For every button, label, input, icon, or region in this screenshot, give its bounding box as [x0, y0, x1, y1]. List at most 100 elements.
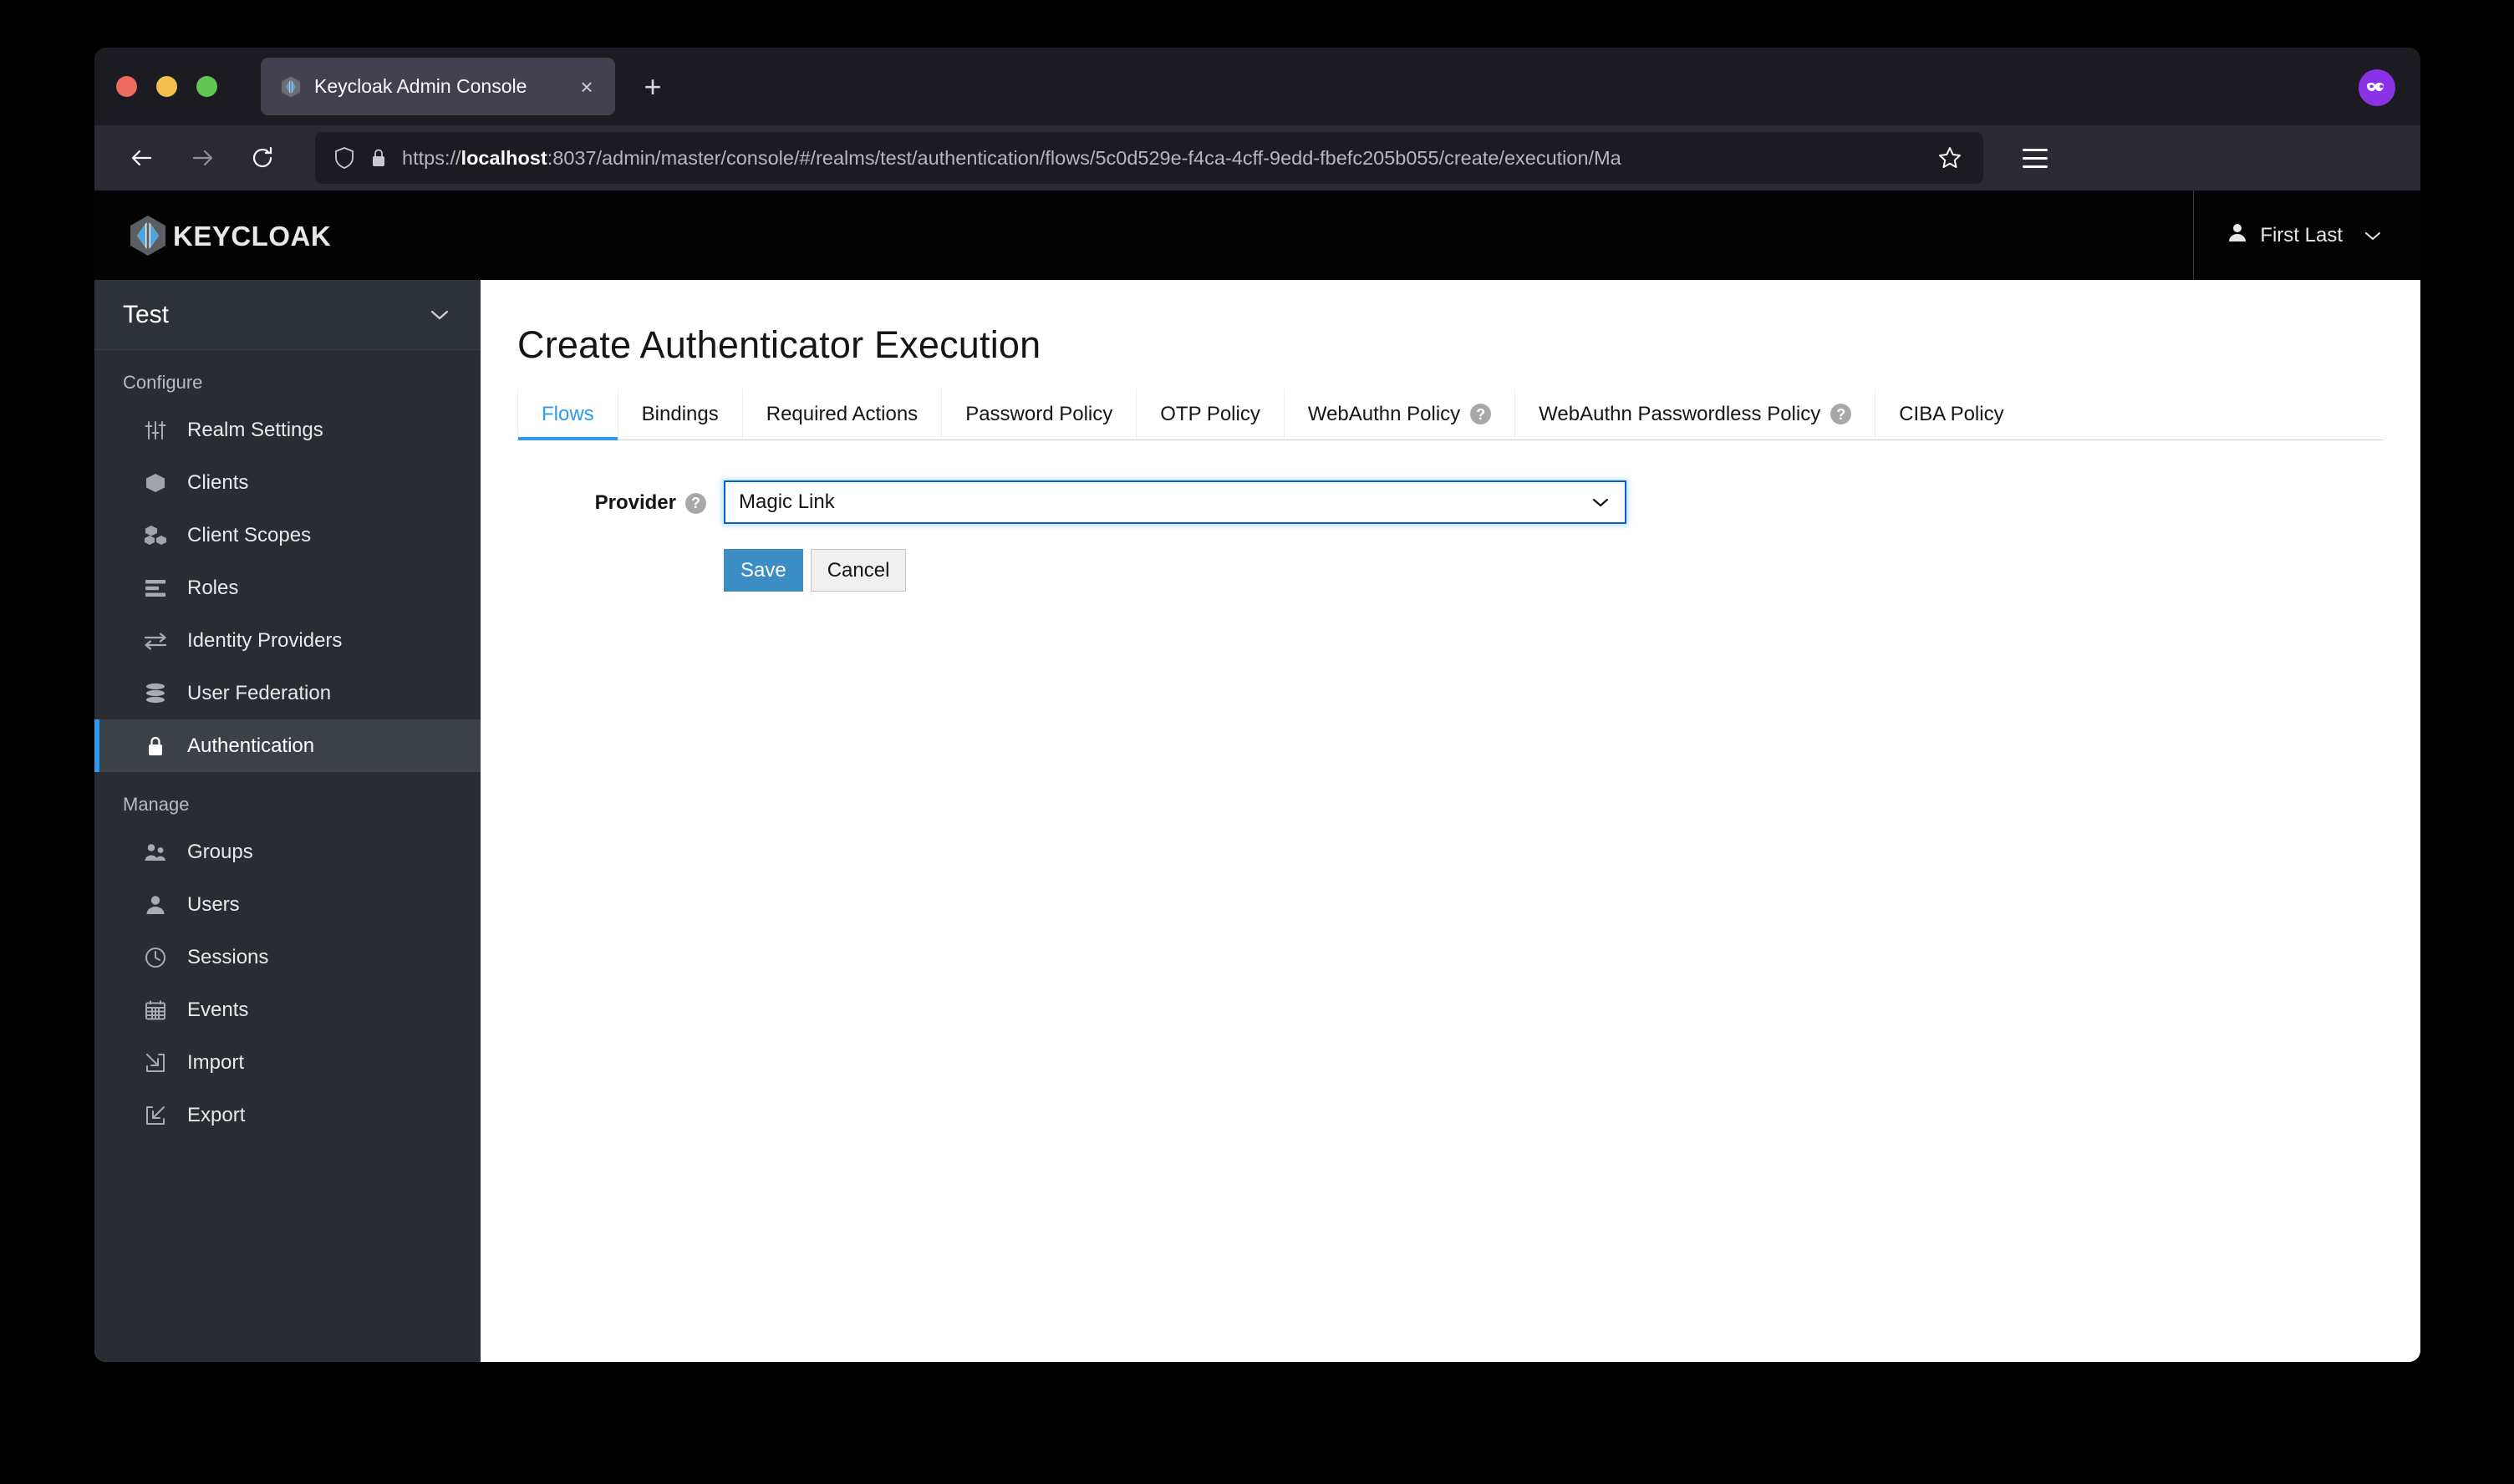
sidebar-item-label: User Federation — [187, 681, 332, 704]
user-icon — [2227, 221, 2247, 249]
url-bar[interactable]: https://localhost:8037/admin/master/cons… — [315, 132, 1983, 184]
sidebar-item-groups[interactable]: Groups — [94, 826, 481, 878]
forward-button[interactable] — [176, 132, 228, 184]
shield-icon — [333, 146, 355, 170]
keycloak-logo[interactable]: KEYCLOAK — [94, 214, 385, 257]
chevron-down-icon — [1591, 496, 1610, 508]
tab-label: WebAuthn Passwordless Policy — [1539, 402, 1821, 425]
create-execution-form: Provider ? Magic Link Save Cancel — [517, 440, 2420, 592]
reload-button[interactable] — [237, 132, 288, 184]
sidebar-item-identity-providers[interactable]: Identity Providers — [94, 614, 481, 667]
help-icon[interactable]: ? — [1470, 404, 1492, 424]
save-button[interactable]: Save — [724, 549, 803, 592]
browser-tab[interactable]: Keycloak Admin Console × — [261, 58, 615, 115]
form-actions: Save Cancel — [724, 549, 1626, 592]
tab-password-policy[interactable]: Password Policy — [941, 389, 1136, 440]
url-text: https://localhost:8037/admin/master/cons… — [402, 146, 1621, 169]
sidebar-item-events[interactable]: Events — [94, 983, 481, 1036]
sidebar-item-sessions[interactable]: Sessions — [94, 931, 481, 983]
tab-bindings[interactable]: Bindings — [617, 389, 742, 440]
tab-label: Flows — [542, 402, 594, 425]
tab-label: CIBA Policy — [1899, 402, 2004, 425]
lock-icon — [369, 146, 388, 170]
realm-selector[interactable]: Test — [94, 280, 481, 350]
list-icon — [143, 579, 168, 597]
help-icon[interactable]: ? — [1830, 404, 1852, 424]
svg-text:KEYCLOAK: KEYCLOAK — [173, 221, 331, 252]
sidebar-item-clients[interactable]: Clients — [94, 456, 481, 509]
page-title: Create Authenticator Execution — [517, 323, 1041, 366]
user-menu-label: First Last — [2260, 223, 2343, 246]
sidebar-item-users[interactable]: Users — [94, 878, 481, 931]
export-icon — [143, 1105, 168, 1126]
sidebar: Test Configure Realm Settings Clients Cl… — [94, 280, 481, 1362]
user-menu[interactable]: First Last — [2227, 221, 2382, 249]
sidebar-item-label: Identity Providers — [187, 628, 343, 652]
exchange-icon — [143, 632, 168, 650]
tab-webauthn-policy[interactable]: WebAuthn Policy ? — [1283, 389, 1514, 440]
sidebar-section-configure-list: Realm Settings Clients Client Scopes Rol… — [94, 404, 481, 772]
keycloak-masthead: KEYCLOAK First Last — [94, 191, 2420, 280]
help-icon[interactable]: ? — [685, 492, 706, 514]
minimize-window-button[interactable] — [156, 76, 177, 97]
private-browsing-mask-icon[interactable] — [2359, 69, 2395, 106]
provider-form-row: Provider ? Magic Link Save Cancel — [517, 480, 2420, 592]
tab-label: WebAuthn Policy — [1307, 402, 1461, 425]
browser-tabstrip: Keycloak Admin Console × + — [94, 48, 2420, 125]
sidebar-item-label: Events — [187, 998, 249, 1021]
back-button[interactable] — [116, 132, 168, 184]
tab-required-actions[interactable]: Required Actions — [741, 389, 941, 440]
bookmark-star-icon[interactable] — [1931, 140, 1968, 176]
sidebar-item-label: Authentication — [187, 734, 315, 757]
lock-icon — [143, 735, 168, 757]
sidebar-item-import[interactable]: Import — [94, 1036, 481, 1089]
user-icon — [143, 894, 168, 916]
sidebar-item-roles[interactable]: Roles — [94, 562, 481, 614]
tab-ciba-policy[interactable]: CIBA Policy — [1875, 389, 2027, 440]
close-tab-button[interactable]: × — [573, 73, 601, 101]
provider-select-wrapper: Magic Link Save Cancel — [724, 480, 1626, 592]
page-viewport: KEYCLOAK First Last Test Configure Realm… — [94, 191, 2420, 1362]
keycloak-favicon-icon — [279, 75, 303, 99]
sidebar-item-label: Export — [187, 1103, 246, 1126]
tab-otp-policy[interactable]: OTP Policy — [1136, 389, 1284, 440]
sidebar-item-label: Roles — [187, 576, 239, 599]
new-tab-button[interactable]: + — [634, 68, 672, 106]
database-icon — [143, 683, 168, 704]
tab-webauthn-passwordless-policy[interactable]: WebAuthn Passwordless Policy ? — [1514, 389, 1875, 440]
browser-navbar: https://localhost:8037/admin/master/cons… — [94, 125, 2420, 191]
cubes-icon — [143, 525, 168, 546]
sidebar-item-label: Realm Settings — [187, 418, 323, 441]
browser-window: Keycloak Admin Console × + https://local… — [94, 48, 2420, 1362]
users-icon — [143, 842, 168, 862]
sidebar-item-realm-settings[interactable]: Realm Settings — [94, 404, 481, 456]
sidebar-section-configure-title: Configure — [123, 372, 203, 393]
maximize-window-button[interactable] — [196, 76, 217, 97]
sidebar-item-client-scopes[interactable]: Client Scopes — [94, 509, 481, 562]
cancel-button[interactable]: Cancel — [810, 549, 907, 592]
sidebar-item-label: Sessions — [187, 945, 269, 968]
tab-label: Bindings — [641, 402, 719, 425]
provider-select[interactable]: Magic Link — [724, 480, 1626, 524]
sidebar-item-authentication[interactable]: Authentication — [94, 719, 481, 772]
import-icon — [143, 1052, 168, 1074]
cube-icon — [143, 472, 168, 494]
sidebar-section-manage-title: Manage — [123, 794, 190, 815]
tab-flows[interactable]: Flows — [517, 389, 618, 440]
main-content: Create Authenticator Execution Flows Bin… — [481, 280, 2420, 1362]
clock-icon — [143, 947, 168, 968]
close-window-button[interactable] — [116, 76, 137, 97]
browser-menu-button[interactable] — [2012, 135, 2059, 181]
page-body: Test Configure Realm Settings Clients Cl… — [94, 280, 2420, 1362]
tab-label: OTP Policy — [1160, 402, 1260, 425]
sliders-icon — [143, 419, 168, 441]
sidebar-item-user-federation[interactable]: User Federation — [94, 667, 481, 719]
calendar-icon — [143, 999, 168, 1021]
tab-label: Password Policy — [965, 402, 1113, 425]
sidebar-item-label: Import — [187, 1050, 245, 1074]
sidebar-item-export[interactable]: Export — [94, 1089, 481, 1141]
provider-select-value: Magic Link — [739, 490, 835, 513]
authentication-tabs: Flows Bindings Required Actions Password… — [517, 389, 2384, 440]
browser-tab-title: Keycloak Admin Console — [314, 75, 527, 97]
sidebar-item-label: Users — [187, 892, 240, 916]
